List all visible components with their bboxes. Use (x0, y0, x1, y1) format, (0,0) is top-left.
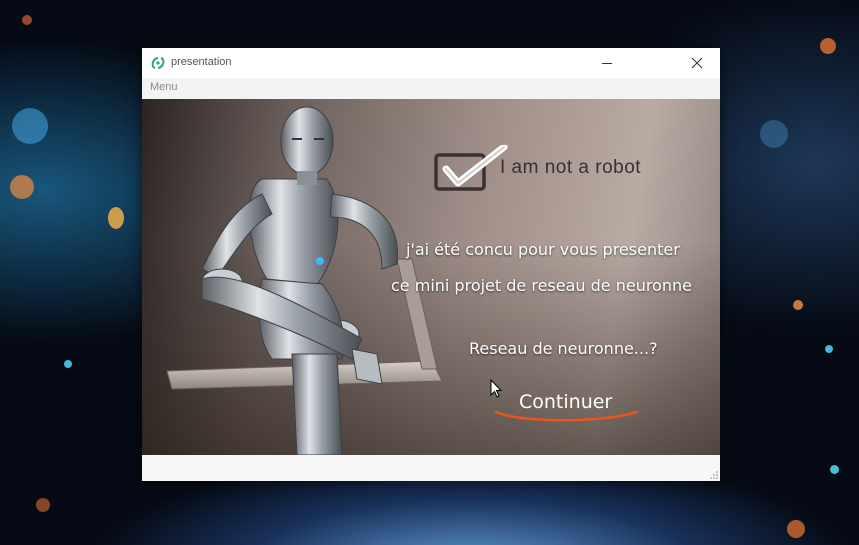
background-bokeh (825, 345, 833, 353)
background-bokeh (820, 38, 836, 54)
title-bar[interactable]: presentation (142, 48, 720, 78)
menu-item-menu[interactable]: Menu (150, 81, 178, 93)
menu-bar: Menu (142, 78, 720, 99)
mouse-cursor-icon (490, 379, 502, 398)
background-bokeh (12, 108, 48, 144)
window-title: presentation (171, 56, 232, 68)
intro-text-line2: ce mini projet de reseau de neuronne (391, 276, 692, 295)
checkmark-icon (434, 145, 508, 191)
background-bokeh (793, 300, 803, 310)
background-bokeh (108, 207, 124, 229)
background-bokeh (22, 15, 32, 25)
background-bokeh (36, 498, 50, 512)
background-bokeh (830, 465, 839, 474)
background-bokeh (760, 120, 788, 148)
background-bokeh (64, 360, 72, 368)
background-bokeh (787, 520, 805, 538)
status-bar (142, 455, 720, 481)
intro-text-line1: j'ai été concu pour vous presenter (406, 240, 680, 259)
resize-grip-icon[interactable] (710, 471, 718, 479)
continue-button[interactable]: Continuer (492, 387, 642, 423)
question-text: Reseau de neuronne...? (469, 339, 658, 358)
app-window: presentation Menu I am not a robot j'ai … (142, 48, 720, 481)
continue-underline (494, 410, 639, 422)
app-icon (151, 57, 165, 69)
minimize-button[interactable] (589, 48, 625, 78)
logo-text: I am not a robot (500, 157, 642, 178)
presentation-panel: I am not a robot j'ai été concu pour vou… (142, 99, 720, 455)
close-icon (691, 57, 703, 69)
close-button[interactable] (679, 48, 715, 78)
background-bokeh (10, 175, 34, 199)
